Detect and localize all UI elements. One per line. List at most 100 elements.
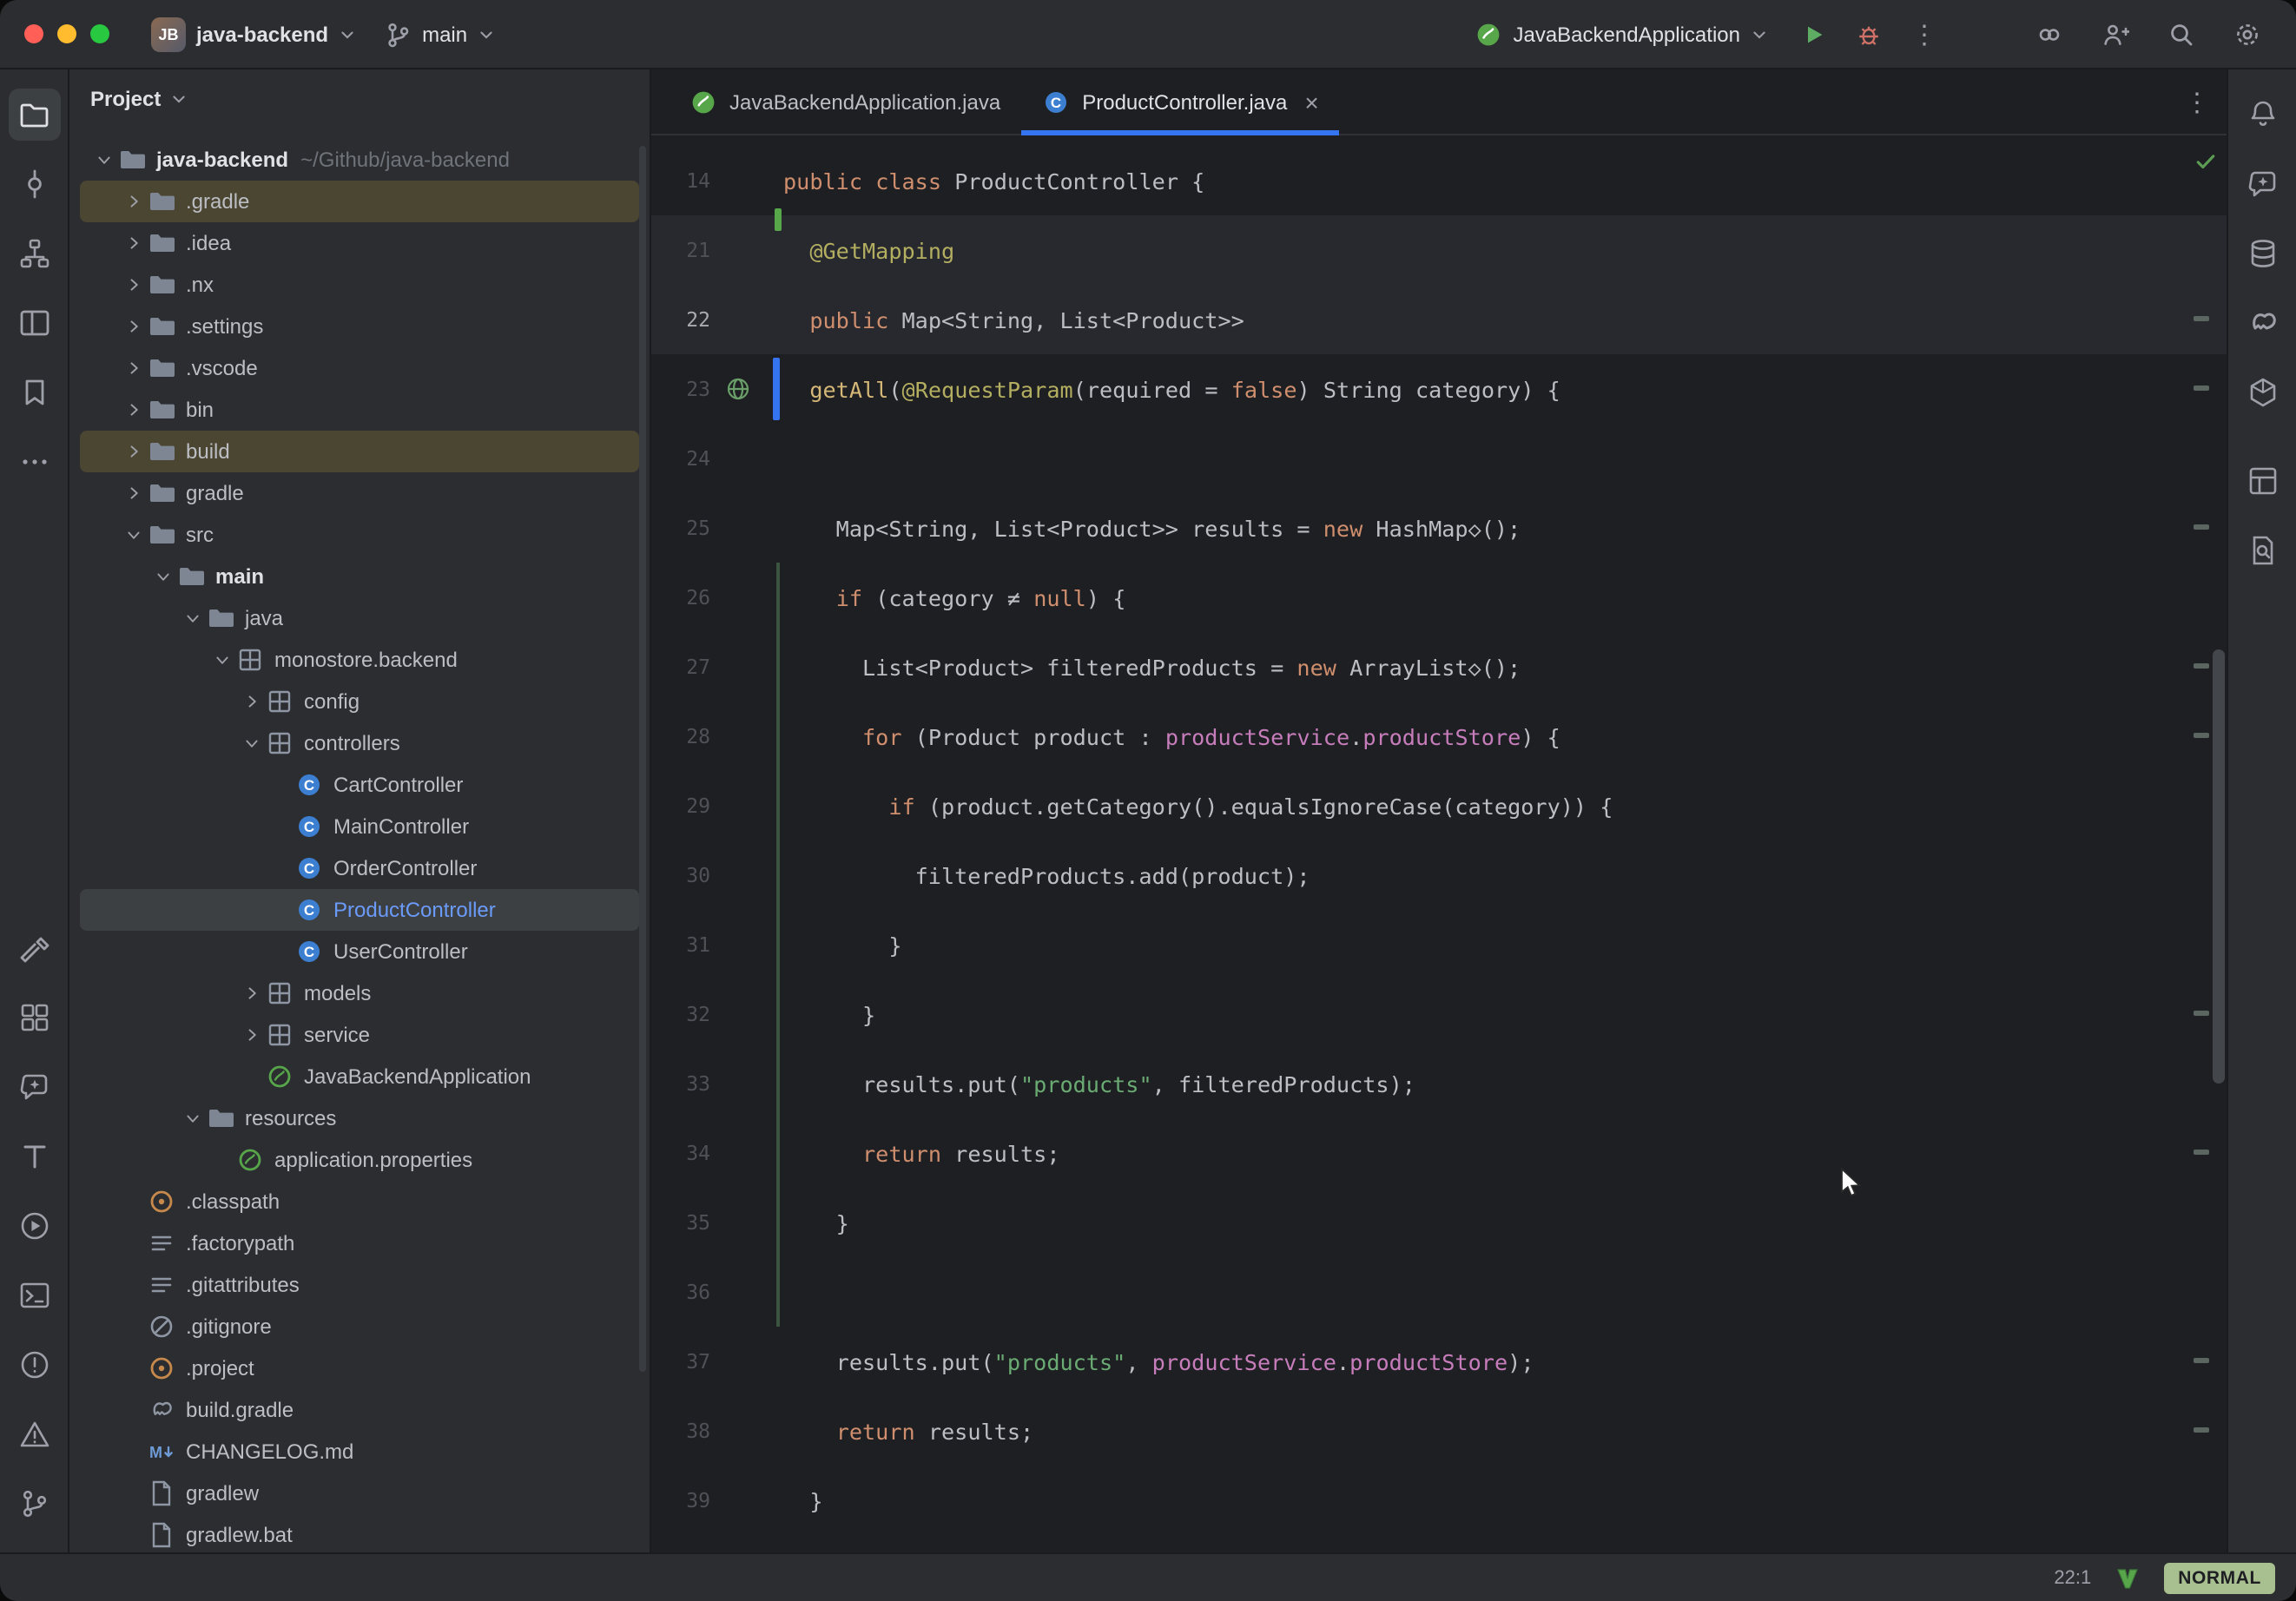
line-number[interactable]: 22 [651, 307, 721, 332]
run-configuration-widget[interactable]: JavaBackendApplication [1461, 13, 1782, 55]
run-tool-button[interactable] [8, 1200, 60, 1252]
chevron-right-icon[interactable] [238, 688, 266, 715]
tree-item-gradlew[interactable]: gradlew [80, 1473, 639, 1514]
line-number[interactable]: 33 [651, 1071, 721, 1096]
error-stripe-mark[interactable] [2194, 385, 2209, 391]
run-button[interactable] [1789, 10, 1837, 58]
caret-position-widget[interactable]: 22:1 [2054, 1567, 2091, 1588]
code-line-33[interactable]: 33 results.put("products", filteredProdu… [651, 1049, 2227, 1118]
project-view-dropdown[interactable]: Project [69, 69, 650, 128]
line-number[interactable]: 28 [651, 724, 721, 748]
code-line-30[interactable]: 30 filteredProducts.add(product); [651, 840, 2227, 910]
tree-item-gradle[interactable]: gradle [80, 472, 639, 514]
code-line-23[interactable]: 23 getAll(@RequestParam(required = false… [651, 354, 2227, 424]
tab-javabackendapplication-java[interactable]: JavaBackendApplication.java [669, 69, 1021, 134]
line-number[interactable]: 30 [651, 863, 721, 887]
search-everywhere-button[interactable] [2157, 10, 2206, 58]
chevron-down-icon[interactable] [238, 729, 266, 757]
database-tool-button[interactable] [2236, 227, 2288, 280]
chevron-right-icon[interactable] [120, 313, 148, 340]
tree-item-usercontroller[interactable]: CUserController [80, 931, 639, 972]
project-widget[interactable]: JB java-backend [137, 10, 370, 58]
code-line-27[interactable]: 27 List<Product> filteredProducts = new … [651, 632, 2227, 702]
line-number[interactable]: 27 [651, 655, 721, 679]
more-run-actions-button[interactable]: ⋮ [1900, 10, 1949, 58]
tree-item-build[interactable]: build [80, 431, 639, 472]
project-tree-scrollbar[interactable] [639, 146, 646, 1372]
ai-assistant-tool-button[interactable] [8, 1061, 60, 1113]
tree-item-service[interactable]: service [80, 1014, 639, 1056]
code-line-22[interactable]: 22 public Map<String, List<Product>> [651, 285, 2227, 354]
endpoint-gutter-slot[interactable] [721, 354, 755, 424]
tree-item-nx[interactable]: .nx [80, 264, 639, 306]
tree-item-src[interactable]: src [80, 514, 639, 556]
chevron-down-icon[interactable] [208, 646, 236, 674]
line-number[interactable]: 21 [651, 238, 721, 262]
error-stripe-mark[interactable] [2194, 524, 2209, 530]
line-number[interactable]: 26 [651, 585, 721, 609]
structure-tool-button[interactable] [8, 227, 60, 280]
ai-assistant-button[interactable] [2025, 10, 2074, 58]
add-user-button[interactable] [2091, 10, 2140, 58]
code-line-38[interactable]: 38 return results; [651, 1396, 2227, 1466]
chevron-right-icon[interactable] [120, 438, 148, 465]
dependencies-tool-button[interactable] [2236, 455, 2288, 507]
tree-item-java[interactable]: java [80, 597, 639, 639]
todo-tool-button[interactable] [8, 1130, 60, 1183]
tab-options-button[interactable]: ⋮ [2167, 69, 2227, 134]
line-number[interactable]: 29 [651, 794, 721, 818]
tree-item-project[interactable]: .project [80, 1347, 639, 1389]
ideavim-icon[interactable] [2114, 1564, 2141, 1591]
tree-item-factorypath[interactable]: .factorypath [80, 1222, 639, 1264]
code-line-29[interactable]: 29 if (product.getCategory().equalsIgnor… [651, 771, 2227, 840]
chevron-right-icon[interactable] [120, 271, 148, 299]
gradle-tool-button[interactable] [2236, 297, 2288, 349]
minimize-window-button[interactable] [57, 24, 76, 43]
version-control-tool-button[interactable] [8, 1478, 60, 1530]
close-window-button[interactable] [24, 24, 43, 43]
tree-item-controllers[interactable]: controllers [80, 722, 639, 764]
error-stripe-mark[interactable] [2194, 1358, 2209, 1363]
tree-item-resources[interactable]: resources [80, 1097, 639, 1139]
code-line-26[interactable]: 26 if (category ≠ null) { [651, 563, 2227, 632]
chevron-down-icon[interactable] [90, 146, 118, 174]
bookmarks-tool-button[interactable] [8, 366, 60, 418]
tree-item-build-gradle[interactable]: build.gradle [80, 1389, 639, 1431]
code-line-36[interactable]: 36 [651, 1257, 2227, 1327]
notifications-tool-button[interactable] [2236, 89, 2288, 141]
tree-item-gitignore[interactable]: .gitignore [80, 1306, 639, 1347]
chevron-right-icon[interactable] [120, 354, 148, 382]
chevron-right-icon[interactable] [120, 188, 148, 215]
code-line-25[interactable]: 25 Map<String, List<Product>> results = … [651, 493, 2227, 563]
chevron-right-icon[interactable] [120, 229, 148, 257]
more-tool-button[interactable] [8, 436, 60, 488]
maven-tool-button[interactable] [2236, 366, 2288, 418]
tree-item-models[interactable]: models [80, 972, 639, 1014]
error-stripe-mark[interactable] [2194, 1427, 2209, 1433]
chevron-down-icon[interactable] [179, 604, 207, 632]
ai-assistant-tool-button[interactable] [2236, 158, 2288, 210]
line-number[interactable]: 14 [651, 168, 721, 193]
close-tab-icon[interactable]: × [1304, 89, 1318, 114]
tree-item-vscode[interactable]: .vscode [80, 347, 639, 389]
tree-item-ordercontroller[interactable]: COrderController [80, 847, 639, 889]
error-stripe-mark[interactable] [2194, 1011, 2209, 1016]
line-number[interactable]: 31 [651, 932, 721, 957]
line-number[interactable]: 23 [651, 377, 721, 401]
tree-item-gradlew-bat[interactable]: gradlew.bat [80, 1514, 639, 1552]
vcs-branch-widget[interactable]: main [370, 13, 509, 55]
line-number[interactable]: 35 [651, 1210, 721, 1235]
tree-item-monostore-backend[interactable]: monostore.backend [80, 639, 639, 681]
line-number[interactable]: 24 [651, 446, 721, 471]
settings-button[interactable] [2223, 10, 2272, 58]
project-tool-button[interactable] [8, 89, 60, 141]
code-line-24[interactable]: 24 [651, 424, 2227, 493]
services-tool-button[interactable] [8, 992, 60, 1044]
line-number[interactable]: 38 [651, 1419, 721, 1443]
warnings-tool-button[interactable] [8, 1408, 60, 1460]
find-tool-button[interactable] [2236, 524, 2288, 576]
chevron-right-icon[interactable] [238, 979, 266, 1007]
tree-item-classpath[interactable]: .classpath [80, 1181, 639, 1222]
chevron-right-icon[interactable] [120, 479, 148, 507]
tree-item-gitattributes[interactable]: .gitattributes [80, 1264, 639, 1306]
